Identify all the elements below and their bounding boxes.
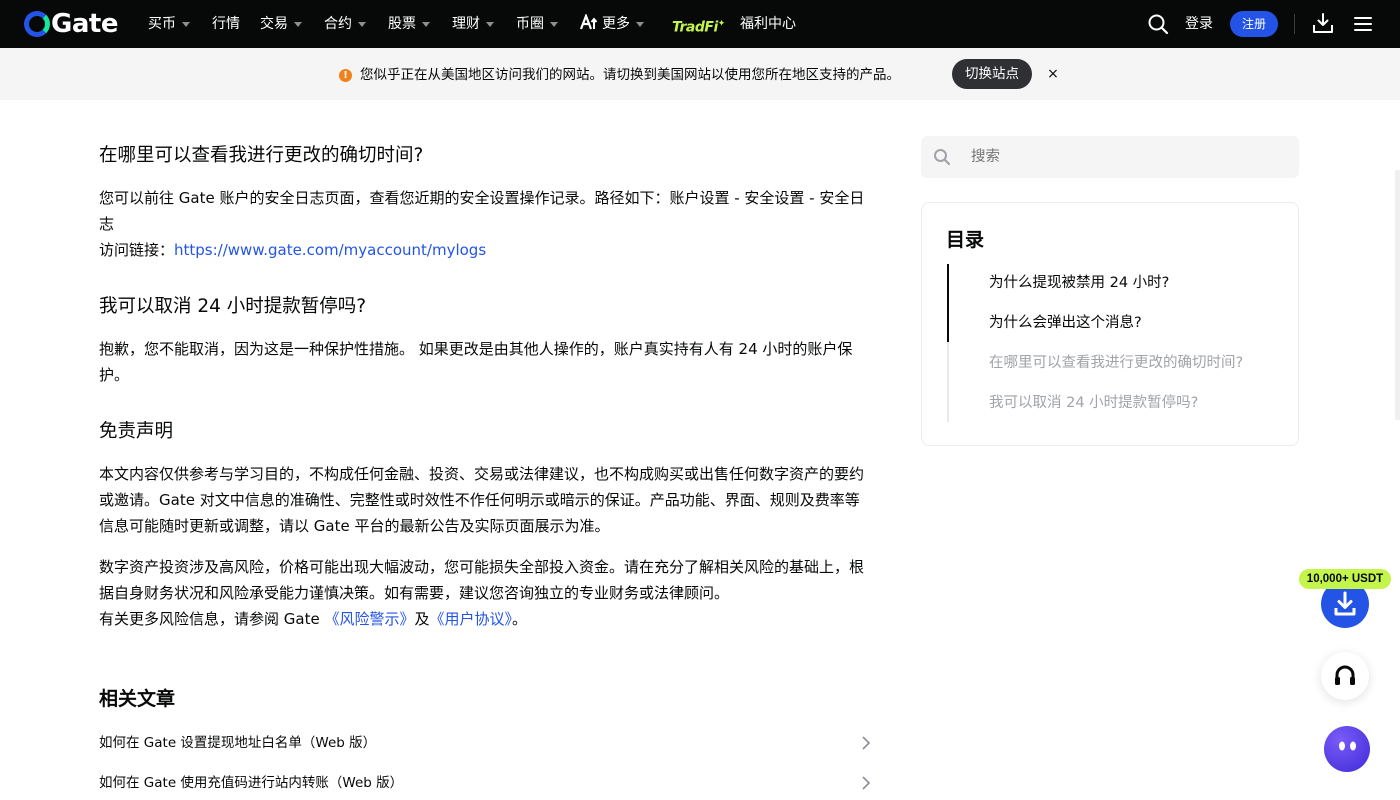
nav-item-label: 更多 bbox=[602, 16, 630, 32]
risk-body: 数字资产投资涉及高风险，价格可能出现大幅波动，您可能损失全部投入资金。请在充分了… bbox=[99, 554, 874, 632]
caret-down-icon bbox=[182, 21, 190, 27]
headset-icon bbox=[1335, 665, 1355, 685]
nav-item-more[interactable]: 更多 bbox=[579, 12, 644, 35]
menu-icon[interactable] bbox=[1353, 14, 1373, 34]
sparkle-icon: ✦ bbox=[717, 19, 726, 29]
close-icon[interactable]: × bbox=[1045, 64, 1061, 84]
switch-site-button[interactable]: 切换站点 bbox=[952, 59, 1032, 89]
chevron-right-icon bbox=[862, 736, 871, 750]
gate-logo[interactable]: Gate bbox=[24, 11, 118, 37]
section-body: 抱歉，您不能取消，因为这是一种保护性措施。 如果更改是由其他人操作的，账户真实持… bbox=[99, 340, 853, 384]
chevron-right-icon bbox=[862, 776, 871, 790]
login-link[interactable]: 登录 bbox=[1185, 14, 1213, 34]
section-heading: 我可以取消 24 小时提款暂停吗? bbox=[99, 296, 367, 317]
nav-item-label: 买币 bbox=[148, 16, 176, 32]
related-articles-title: 相关文章 bbox=[99, 688, 176, 710]
promo-badge[interactable]: 10,000+ USDT bbox=[1299, 569, 1391, 589]
toc-item[interactable]: 在哪里可以查看我进行更改的确切时间? bbox=[989, 352, 1264, 374]
logo-text: Gate bbox=[51, 9, 118, 39]
caret-down-icon bbox=[636, 21, 644, 27]
region-notice-text: 您似乎正在从美国地区访问我们的网站。请切换到美国网站以使用您所在地区支持的产品。 bbox=[360, 67, 900, 83]
nav-item-label: 理财 bbox=[452, 16, 480, 32]
nav-item-buy-crypto[interactable]: 买币 bbox=[148, 14, 190, 34]
table-of-contents: 目录 为什么提现被禁用 24 小时? 为什么会弹出这个消息? 在哪里可以查看我进… bbox=[921, 202, 1299, 446]
nav-item-earn[interactable]: 理财 bbox=[452, 14, 494, 34]
security-log-link[interactable]: https://www.gate.com/myaccount/mylogs bbox=[174, 241, 486, 259]
nav-item-label: 行情 bbox=[212, 16, 240, 32]
nav-item-futures[interactable]: 合约 bbox=[324, 14, 366, 34]
caret-down-icon bbox=[550, 21, 558, 27]
risk-text: 数字资产投资涉及高风险，价格可能出现大幅波动，您可能损失全部投入资金。请在充分了… bbox=[99, 558, 865, 602]
nav-item-tradfi[interactable]: TradFi✦ bbox=[672, 13, 725, 39]
search-input[interactable] bbox=[971, 136, 1281, 178]
logo-mark-icon bbox=[24, 11, 50, 37]
risk-suffix: 。 bbox=[512, 610, 528, 628]
toc-item[interactable]: 为什么提现被禁用 24 小时? bbox=[989, 272, 1264, 294]
signup-button[interactable]: 注册 bbox=[1230, 11, 1278, 37]
disclaimer-body: 本文内容仅供参考与学习目的，不构成任何金融、投资、交易或法律建议，也不构成购买或… bbox=[99, 465, 865, 535]
toc-rail-active bbox=[947, 264, 949, 342]
chatbot-icon bbox=[1339, 741, 1356, 751]
article-search-box[interactable] bbox=[921, 136, 1299, 178]
section-heading: 免责声明 bbox=[99, 421, 174, 442]
section-text: 您可以前往 Gate 账户的安全日志页面，查看您近期的安全设置操作记录。路径如下… bbox=[99, 189, 865, 233]
user-agreement-link[interactable]: 《用户协议》 bbox=[430, 610, 513, 628]
warning-icon: ! bbox=[339, 69, 352, 82]
link-prefix: 访问链接： bbox=[99, 241, 175, 259]
toc-item[interactable]: 我可以取消 24 小时提款暂停吗? bbox=[989, 392, 1264, 414]
section-heading: 在哪里可以查看我进行更改的确切时间? bbox=[99, 145, 424, 166]
nav-item-stocks[interactable]: 股票 bbox=[388, 14, 430, 34]
tradfi-label: TradFi bbox=[672, 19, 718, 36]
nav-item-label: 股票 bbox=[388, 16, 416, 32]
toc-title: 目录 bbox=[946, 229, 985, 251]
nav-item-label: 交易 bbox=[260, 16, 288, 32]
related-article-title: 如何在 Gate 使用充值码进行站内转账（Web 版） bbox=[99, 775, 404, 791]
risk-warning-link[interactable]: 《风险警示》 bbox=[324, 610, 414, 628]
download-icon[interactable] bbox=[1312, 12, 1334, 34]
risk-and: 及 bbox=[414, 610, 430, 628]
nav-item-label: 币圈 bbox=[516, 16, 544, 32]
ai-icon bbox=[579, 12, 598, 35]
nav-item-community[interactable]: 币圈 bbox=[516, 14, 558, 34]
nav-divider bbox=[1294, 14, 1295, 34]
risk-prefix: 有关更多风险信息，请参阅 Gate bbox=[99, 610, 325, 628]
caret-down-icon bbox=[422, 21, 430, 27]
search-icon[interactable] bbox=[1147, 13, 1169, 35]
nav-item-welfare-center[interactable]: 福利中心 bbox=[740, 14, 796, 34]
section-body: 您可以前往 Gate 账户的安全日志页面，查看您近期的安全设置操作记录。路径如下… bbox=[99, 185, 874, 263]
toc-item[interactable]: 为什么会弹出这个消息? bbox=[989, 312, 1264, 334]
related-article-item[interactable]: 如何在 Gate 使用充值码进行站内转账（Web 版） bbox=[99, 772, 874, 794]
page-scrollbar[interactable] bbox=[1395, 170, 1400, 420]
related-article-title: 如何在 Gate 设置提现地址白名单（Web 版） bbox=[99, 735, 377, 751]
nav-item-markets[interactable]: 行情 bbox=[212, 14, 240, 34]
region-notice-banner: ! 您似乎正在从美国地区访问我们的网站。请切换到美国网站以使用您所在地区支持的产… bbox=[0, 48, 1400, 100]
nav-item-trade[interactable]: 交易 bbox=[260, 14, 302, 34]
top-navigation-bar: Gate 买币 行情 交易 合约 股票 理财 币圈 更多 TradFi✦ 福利中… bbox=[0, 0, 1400, 48]
customer-support-button[interactable] bbox=[1321, 652, 1369, 700]
ai-assistant-button[interactable] bbox=[1324, 726, 1370, 772]
caret-down-icon bbox=[358, 21, 366, 27]
related-article-item[interactable]: 如何在 Gate 设置提现地址白名单（Web 版） bbox=[99, 732, 874, 754]
nav-item-label: 福利中心 bbox=[740, 16, 796, 32]
search-icon bbox=[934, 149, 951, 166]
nav-item-label: 合约 bbox=[324, 16, 352, 32]
caret-down-icon bbox=[486, 21, 494, 27]
caret-down-icon bbox=[294, 21, 302, 27]
